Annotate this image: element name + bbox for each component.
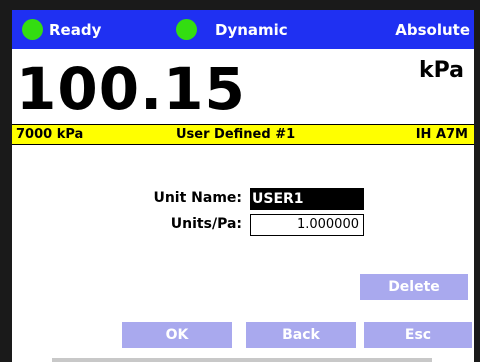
mode-status: Dynamic — [176, 10, 288, 49]
dynamic-led-icon — [176, 19, 197, 40]
ready-label: Ready — [49, 20, 102, 39]
sensor-label: IH A7M — [415, 127, 468, 142]
reference-label: Absolute — [395, 20, 470, 39]
units-pa-label: Units/Pa: — [170, 216, 242, 232]
pressure-reading: 100.15 — [16, 55, 246, 123]
range-label: 7000 kPa — [16, 127, 84, 142]
ok-button[interactable]: OK — [122, 322, 232, 348]
units-pa-input[interactable]: 1.000000 — [250, 214, 364, 236]
unit-name-input[interactable]: USER1 — [250, 188, 364, 210]
pressure-unit: kPa — [418, 58, 464, 83]
device-frame: Ready Dynamic Absolute 100.15 kPa 7000 k… — [0, 0, 480, 362]
delete-button[interactable]: Delete — [360, 274, 468, 300]
esc-button[interactable]: Esc — [364, 322, 472, 348]
bottom-strip — [52, 358, 432, 362]
reference-status: Absolute — [395, 10, 470, 49]
mode-label: Dynamic — [215, 20, 288, 39]
device-screen: Ready Dynamic Absolute 100.15 kPa 7000 k… — [12, 10, 474, 362]
back-button[interactable]: Back — [246, 322, 356, 348]
unit-name-label: Unit Name: — [153, 190, 242, 206]
ready-status: Ready — [22, 10, 101, 49]
ready-led-icon — [22, 19, 43, 40]
status-bar: Ready Dynamic Absolute — [12, 10, 474, 49]
unit-name-title: User Defined #1 — [176, 127, 296, 142]
info-bar: 7000 kPa User Defined #1 IH A7M — [12, 124, 474, 145]
